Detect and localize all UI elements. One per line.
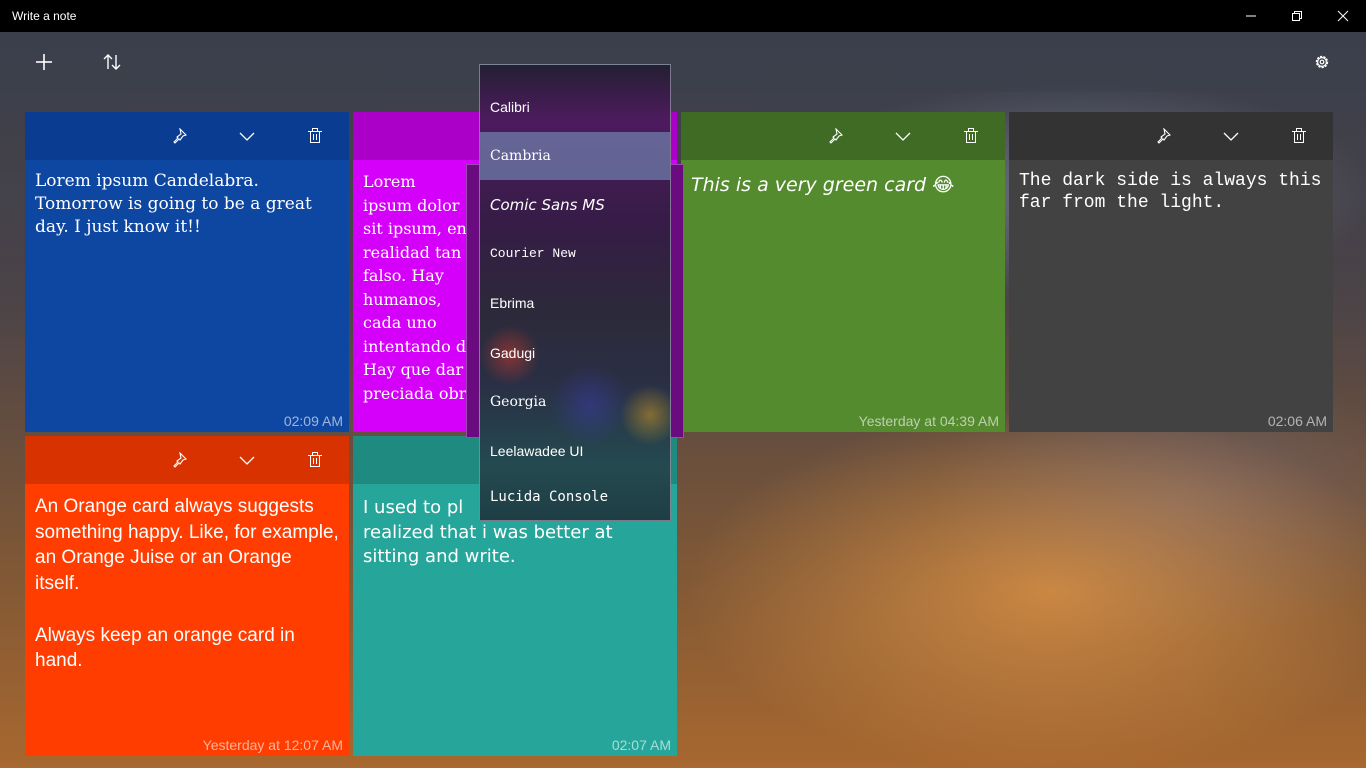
trash-icon [308,452,322,467]
delete-button[interactable] [955,124,987,148]
note-timestamp: 02:06 AM [1267,413,1327,429]
pin-button[interactable] [163,124,195,148]
toolbar [0,32,1366,92]
card-header [25,112,349,160]
card-header [1009,112,1333,160]
expand-button[interactable] [231,124,263,148]
chevron-down-icon [239,456,255,465]
delete-button[interactable] [299,124,331,148]
close-icon [1337,10,1349,22]
font-option-lucida-console[interactable]: Lucida Console [480,473,670,520]
plus-icon [36,54,52,70]
gear-icon [1315,55,1329,69]
note-text[interactable]: This is a very green card 😂 [691,172,995,198]
note-text[interactable]: Lorem ipsum dolor sit ipsum, en realidad… [363,170,467,405]
pin-icon [1157,128,1171,144]
font-dropdown[interactable]: Calibri Cambria Comic Sans MS Courier Ne… [479,64,671,521]
chevron-down-icon [1223,132,1239,141]
pin-button[interactable] [1147,124,1179,148]
font-option-georgia[interactable]: Georgia [480,378,670,426]
font-option-gadugi[interactable]: Gadugi [480,329,670,377]
note-card-dark[interactable]: The dark side is always this far from th… [1009,112,1333,432]
sort-arrows-icon [103,54,121,70]
note-text[interactable]: Lorem ipsum Candelabra. Tomorrow is goin… [35,170,339,239]
chevron-down-icon [895,132,911,141]
note-timestamp: 02:09 AM [283,413,343,429]
card-background [1009,112,1333,432]
expand-button[interactable] [1215,124,1247,148]
chevron-down-icon [239,132,255,141]
note-text[interactable]: The dark side is always this far from th… [1019,170,1323,214]
note-card-blue[interactable]: Lorem ipsum Candelabra. Tomorrow is goin… [25,112,349,432]
title-bar: Write a note [0,0,1366,32]
expand-button[interactable] [887,124,919,148]
pin-icon [829,128,843,144]
pin-button[interactable] [819,124,851,148]
note-timestamp: 02:07 AM [611,737,671,753]
note-timestamp: Yesterday at 12:07 AM [202,737,343,753]
restore-button[interactable] [1274,0,1320,32]
settings-button[interactable] [1306,46,1338,78]
pin-icon [173,452,187,468]
card-background [681,112,1005,432]
font-option-leelawadee-ui[interactable]: Leelawadee UI [480,427,670,475]
trash-icon [1292,128,1306,143]
window-title: Write a note [12,9,77,23]
font-option-comic-sans-ms[interactable]: Comic Sans MS [480,181,670,229]
font-option-calibri[interactable]: Calibri [480,83,670,131]
close-button[interactable] [1320,0,1366,32]
note-timestamp: Yesterday at 04:39 AM [858,413,999,429]
restore-icon [1292,11,1302,21]
delete-button[interactable] [1283,124,1315,148]
note-card-green[interactable]: This is a very green card 😂 Yesterday at… [681,112,1005,432]
card-header [25,436,349,484]
trash-icon [964,128,978,143]
delete-button[interactable] [299,448,331,472]
expand-button[interactable] [231,448,263,472]
pin-icon [173,128,187,144]
font-option-courier-new[interactable]: Courier New [480,229,670,277]
card-background [25,112,349,432]
font-option-cambria[interactable]: Cambria [480,132,670,180]
add-note-button[interactable] [28,46,60,78]
pin-button[interactable] [163,448,195,472]
note-text[interactable]: An Orange card always suggests something… [35,494,339,674]
minimize-button[interactable] [1228,0,1274,32]
note-card-orange[interactable]: An Orange card always suggests something… [25,436,349,756]
trash-icon [308,128,322,143]
sort-button[interactable] [96,46,128,78]
font-option-ebrima[interactable]: Ebrima [480,279,670,327]
card-header [681,112,1005,160]
minimize-icon [1246,15,1256,17]
